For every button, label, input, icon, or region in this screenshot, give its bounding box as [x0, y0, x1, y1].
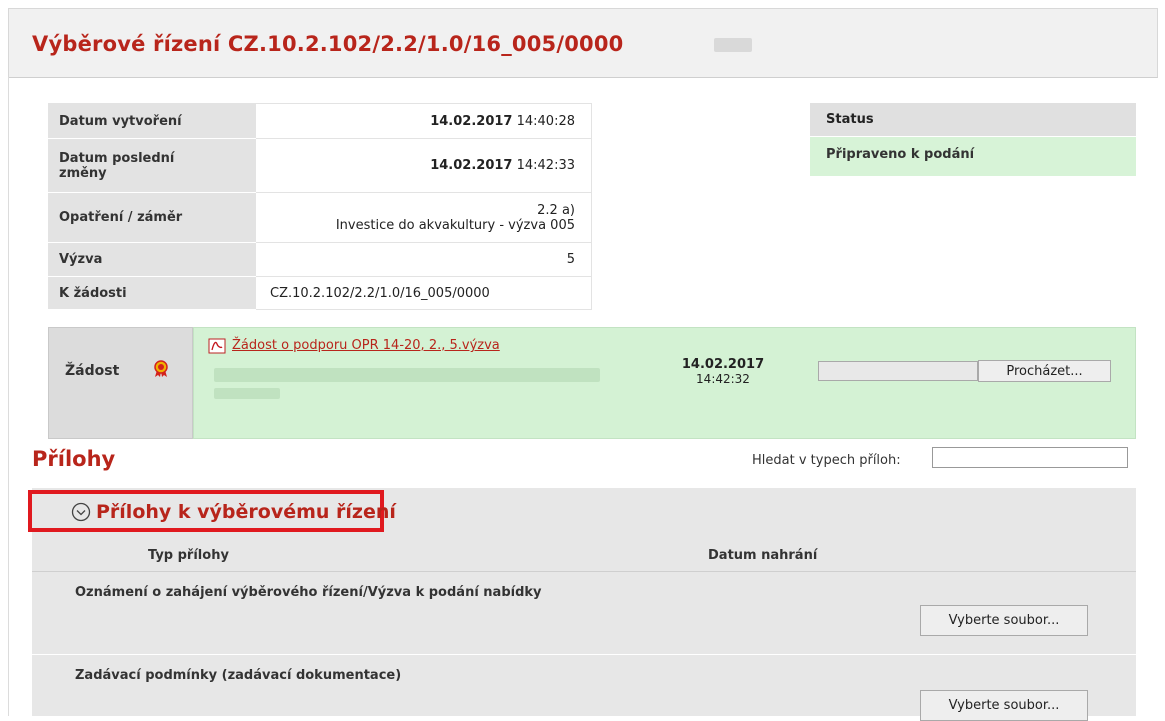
table-row: Opatření / záměr 2.2 a) Investice do akv…: [48, 192, 592, 243]
page-title: Výběrové řízení CZ.10.2.102/2.2/1.0/16_0…: [32, 32, 624, 56]
file-path-field[interactable]: [818, 361, 978, 381]
select-file-button[interactable]: Vyberte soubor...: [920, 690, 1088, 721]
collapse-chevron-icon[interactable]: [71, 502, 91, 526]
row-value: 14.02.2017 14:40:28: [255, 103, 592, 139]
redacted-id: [714, 38, 752, 52]
zadost-content: Žádost o podporu OPR 14-20, 2., 5.výzva …: [193, 327, 1136, 439]
search-label: Hledat v typech příloh:: [752, 453, 901, 468]
zadost-label: Žádost: [65, 363, 120, 379]
zadost-row: Žádost Žádost o podporu OPR 14-20, 2., 5…: [48, 327, 1136, 439]
left-border: [8, 77, 9, 716]
table-row: Výzva 5: [48, 242, 592, 277]
browse-button[interactable]: Procházet...: [978, 360, 1111, 382]
row-label: K žádosti: [48, 276, 256, 310]
zadost-datetime: 14.02.2017 14:42:32: [678, 357, 768, 386]
row-value: CZ.10.2.102/2.2/1.0/16_005/0000: [255, 276, 592, 310]
detail-table: Datum vytvoření 14.02.2017 14:40:28 Datu…: [48, 103, 592, 310]
zadost-time: 14:42:32: [696, 372, 750, 386]
row-label: Opatření / záměr: [48, 192, 256, 243]
table-row: Datum poslední změny 14.02.2017 14:42:33: [48, 138, 592, 193]
pdf-icon: [208, 338, 226, 358]
value-line: 2.2 a): [537, 202, 575, 218]
row-label-line: Datum poslední: [59, 150, 175, 166]
redacted-text: [214, 388, 280, 399]
zadost-date: 14.02.2017: [681, 357, 765, 372]
column-header-type: Typ přílohy: [148, 548, 229, 563]
status-header: Status: [810, 103, 1136, 136]
divider: [32, 654, 1136, 655]
date-value: 14.02.2017: [430, 113, 513, 129]
table-row: K žádosti CZ.10.2.102/2.2/1.0/16_005/000…: [48, 276, 592, 310]
row-value: 5: [255, 242, 592, 277]
date-value: 14.02.2017: [430, 158, 513, 173]
row-value: 14.02.2017 14:42:33: [255, 138, 592, 193]
redacted-text: [214, 368, 600, 382]
row-label-line: změny: [59, 165, 107, 181]
time-value: 14:40:28: [516, 113, 575, 129]
zadost-file-link[interactable]: Žádost o podporu OPR 14-20, 2., 5.výzva: [232, 338, 500, 353]
divider: [32, 571, 1136, 572]
status-badge: Připraveno k podání: [810, 137, 1136, 176]
table-row: Datum vytvoření 14.02.2017 14:40:28: [48, 103, 592, 139]
row-label: Datum vytvoření: [48, 103, 256, 139]
row-label: Datum poslední změny: [48, 138, 256, 193]
attachment-type-label: Oznámení o zahájení výběrového řízení/Vý…: [75, 585, 542, 600]
search-input[interactable]: [932, 447, 1128, 468]
column-header-date: Datum nahrání: [708, 548, 818, 563]
award-ribbon-icon: [153, 360, 169, 382]
section-title[interactable]: Přílohy k výběrovému řízení: [96, 501, 396, 523]
row-label: Výzva: [48, 242, 256, 277]
attachment-type-label: Zadávací podmínky (zadávací dokumentace): [75, 668, 402, 683]
attachments-title: Přílohy: [32, 447, 116, 471]
row-value: 2.2 a) Investice do akvakultury - výzva …: [255, 192, 592, 243]
value-line: Investice do akvakultury - výzva 005: [335, 217, 575, 233]
time-value: 14:42:33: [516, 158, 575, 173]
zadost-label-cell: Žádost: [48, 327, 193, 439]
select-file-button[interactable]: Vyberte soubor...: [920, 605, 1088, 636]
